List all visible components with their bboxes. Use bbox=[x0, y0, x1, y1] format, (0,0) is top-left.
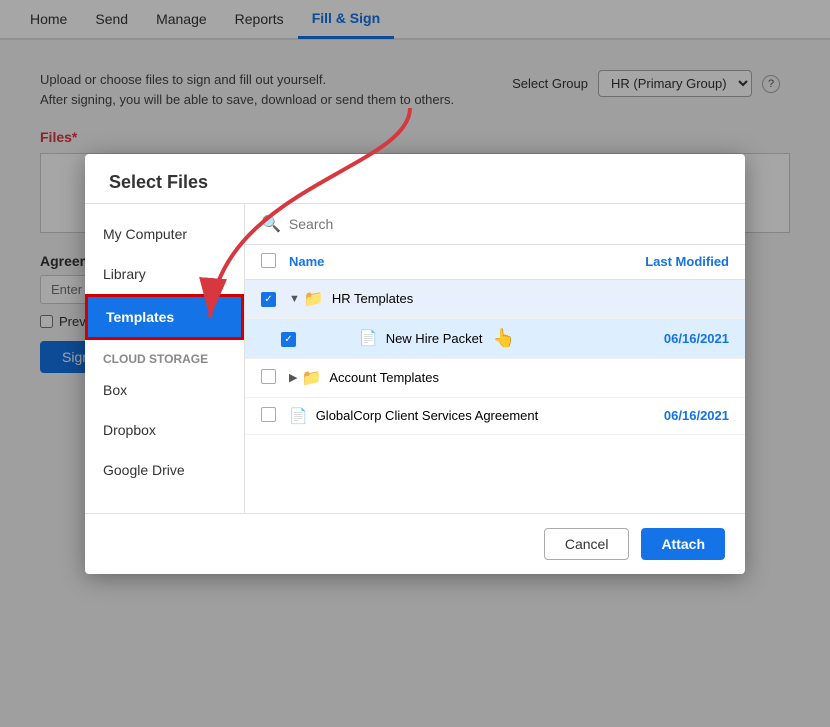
new-hire-checkbox[interactable]: ✓ bbox=[281, 332, 296, 347]
search-input[interactable] bbox=[289, 216, 729, 232]
sidebar-cloud-storage-label: Cloud Storage bbox=[85, 340, 244, 370]
sidebar-item-box[interactable]: Box bbox=[85, 370, 244, 410]
globalcorp-name: 📄 GlobalCorp Client Services Agreement bbox=[289, 407, 609, 425]
select-files-modal: Select Files My Computer Library Templat… bbox=[85, 154, 745, 574]
sidebar-item-dropbox[interactable]: Dropbox bbox=[85, 410, 244, 450]
modal-overlay: Select Files My Computer Library Templat… bbox=[0, 0, 830, 727]
attach-button[interactable]: Attach bbox=[641, 528, 725, 560]
modal-file-browser: 🔍 Name Last Modified bbox=[245, 204, 745, 513]
globalcorp-checkbox[interactable] bbox=[261, 407, 276, 422]
new-hire-name: 📄 New Hire Packet 👆 bbox=[329, 328, 609, 349]
new-hire-date: 06/16/2021 bbox=[609, 331, 729, 346]
account-templates-name: ▶ 📁 Account Templates bbox=[289, 368, 609, 388]
cancel-button[interactable]: Cancel bbox=[544, 528, 630, 560]
globalcorp-date: 06/16/2021 bbox=[609, 408, 729, 423]
hr-templates-name: ▼ 📁 HR Templates bbox=[289, 289, 609, 309]
file-table-header: Name Last Modified bbox=[245, 245, 745, 280]
folder-icon: 📁 bbox=[304, 289, 324, 309]
table-row[interactable]: ✓ ▼ 📁 HR Templates bbox=[245, 280, 745, 319]
sidebar-item-my-computer[interactable]: My Computer bbox=[85, 214, 244, 254]
col-date-header: Last Modified bbox=[609, 254, 729, 269]
hr-templates-label: HR Templates bbox=[332, 291, 413, 306]
sidebar-item-library[interactable]: Library bbox=[85, 254, 244, 294]
globalcorp-check[interactable] bbox=[261, 407, 289, 425]
account-templates-checkbox[interactable] bbox=[261, 369, 276, 384]
table-row[interactable]: ✓ 📄 New Hire Packet 👆 06/16/2021 bbox=[245, 319, 745, 359]
hr-templates-check[interactable]: ✓ bbox=[261, 290, 289, 307]
col-name-header: Name bbox=[289, 254, 609, 269]
folder-icon: 📁 bbox=[301, 368, 321, 388]
modal-title: Select Files bbox=[109, 172, 721, 193]
modal-header: Select Files bbox=[85, 154, 745, 204]
modal-body: My Computer Library Templates Cloud Stor… bbox=[85, 204, 745, 513]
file-table: Name Last Modified ✓ ▼ 📁 HR Templates bbox=[245, 245, 745, 513]
search-bar: 🔍 bbox=[245, 204, 745, 245]
globalcorp-label: GlobalCorp Client Services Agreement bbox=[316, 408, 539, 423]
document-icon: 📄 bbox=[289, 407, 308, 425]
modal-sidebar: My Computer Library Templates Cloud Stor… bbox=[85, 204, 245, 513]
account-templates-label: Account Templates bbox=[329, 370, 439, 385]
hr-templates-checkbox[interactable]: ✓ bbox=[261, 292, 276, 307]
table-row[interactable]: ▶ 📁 Account Templates bbox=[245, 359, 745, 398]
sidebar-item-google-drive[interactable]: Google Drive bbox=[85, 450, 244, 490]
expand-arrow-icon[interactable]: ▼ bbox=[289, 293, 300, 305]
search-icon: 🔍 bbox=[261, 214, 281, 234]
modal-footer: Cancel Attach bbox=[85, 513, 745, 574]
new-hire-check[interactable]: ✓ bbox=[281, 330, 309, 347]
document-icon: 📄 bbox=[359, 329, 378, 347]
header-check bbox=[261, 253, 289, 271]
expand-arrow-icon[interactable]: ▶ bbox=[289, 371, 297, 384]
select-all-checkbox[interactable] bbox=[261, 253, 276, 268]
new-hire-label: New Hire Packet bbox=[386, 331, 483, 346]
table-row[interactable]: 📄 GlobalCorp Client Services Agreement 0… bbox=[245, 398, 745, 435]
sidebar-item-templates[interactable]: Templates bbox=[85, 294, 244, 340]
cursor-icon: 👆 bbox=[493, 328, 515, 349]
account-templates-check[interactable] bbox=[261, 369, 289, 387]
